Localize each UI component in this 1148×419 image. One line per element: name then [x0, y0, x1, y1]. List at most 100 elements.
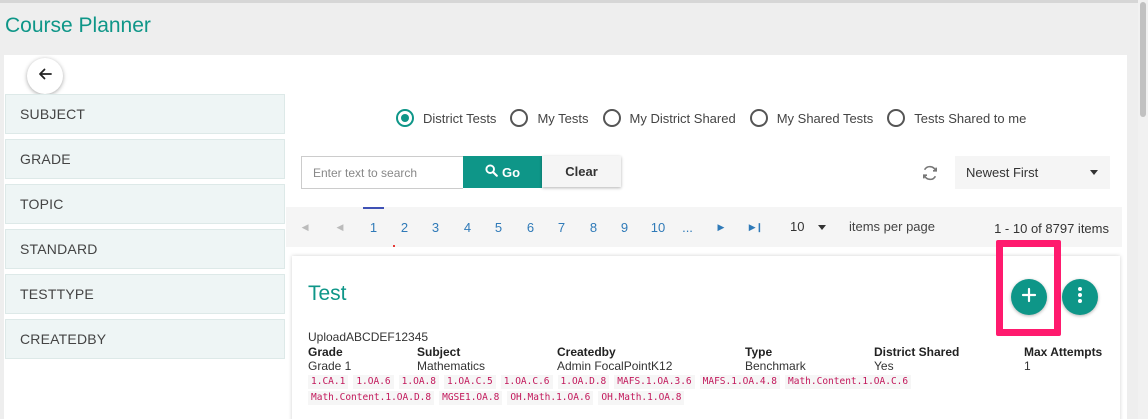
standards-tag-list: 1.CA.1 1.OA.6 1.OA.8 1.OA.C.5 1.OA.C.6 1…	[308, 375, 1008, 407]
sort-dropdown-value: Newest First	[966, 165, 1039, 180]
pagination-info: 1 - 10 of 8797 items	[994, 221, 1109, 236]
standard-tag: MGSE1.OA.8	[439, 391, 503, 405]
radio-my-district-shared[interactable]: My District Shared	[602, 109, 736, 127]
sidebar-item-standard[interactable]: STANDARD	[5, 229, 285, 269]
standard-tag: MAFS.1.OA.3.6	[614, 375, 695, 389]
meta-header: Grade	[308, 345, 343, 359]
page-button-6[interactable]: 6	[522, 207, 539, 247]
test-code: UploadABCDEF12345	[308, 330, 429, 344]
sidebar-item-label: STANDARD	[20, 241, 98, 257]
sidebar-item-grade[interactable]: GRADE	[5, 139, 285, 179]
arrow-left-icon	[37, 66, 53, 87]
page-button-more[interactable]: ...	[679, 207, 696, 247]
filter-sidebar: SUBJECT GRADE TOPIC STANDARD TESTTYPE CR…	[5, 94, 285, 364]
page-size-dropdown[interactable]: 10	[790, 219, 827, 234]
sidebar-item-label: SUBJECT	[20, 106, 86, 122]
radio-district-tests[interactable]: District Tests	[396, 109, 496, 127]
more-vertical-icon	[1077, 286, 1083, 309]
standard-tag: 1.OA.D.8	[557, 375, 610, 389]
meta-header: District Shared	[874, 345, 960, 359]
page-scrollbar[interactable]	[1138, 0, 1148, 419]
meta-type: Type Benchmark	[745, 345, 806, 373]
meta-district-shared: District Shared Yes	[874, 345, 959, 373]
last-page-icon[interactable]: ▶❙	[749, 207, 763, 247]
meta-value: Yes	[874, 359, 894, 373]
page-button-8[interactable]: 8	[585, 207, 602, 247]
sidebar-item-label: CREATEDBY	[20, 331, 107, 347]
meta-value: 1	[1024, 359, 1031, 373]
clear-button[interactable]: Clear	[542, 156, 621, 187]
radio-label: My Shared Tests	[776, 110, 874, 126]
page-button-3[interactable]: 3	[427, 207, 444, 247]
items-per-page-label: items per page	[849, 219, 935, 234]
test-title[interactable]: Test	[308, 282, 347, 306]
radio-circle[interactable]	[749, 109, 768, 127]
standard-tag: MAFS.1.OA.4.8	[699, 375, 780, 389]
radio-label: District Tests	[423, 110, 497, 126]
radio-my-shared-tests[interactable]: My Shared Tests	[749, 109, 874, 127]
page-button-1[interactable]: 1	[363, 207, 384, 247]
meta-max-attempts: Max Attempts 1	[1024, 345, 1102, 373]
standard-tag: OH.Math.1.OA.6	[507, 391, 594, 405]
top-border	[0, 0, 1148, 3]
sidebar-item-topic[interactable]: TOPIC	[5, 184, 285, 224]
meta-header: Subject	[417, 345, 461, 359]
standard-tag: 1.OA.6	[353, 375, 394, 389]
sidebar-item-testtype[interactable]: TESTTYPE	[5, 274, 285, 314]
radio-label: My District Shared	[629, 110, 736, 126]
caret-down-icon	[818, 225, 827, 231]
meta-value: Benchmark	[745, 359, 806, 373]
sidebar-item-label: GRADE	[20, 151, 71, 167]
go-button[interactable]: Go	[463, 156, 542, 188]
prev-page-icon[interactable]: ◀	[334, 207, 346, 247]
sort-dropdown[interactable]: Newest First	[955, 156, 1110, 189]
radio-label: Tests Shared to me	[914, 110, 1027, 126]
first-page-icon[interactable]: ◀	[300, 207, 312, 247]
page-button-5[interactable]: 5	[490, 207, 507, 247]
meta-grade: Grade Grade 1	[308, 345, 351, 373]
standard-tag: 1.CA.1	[308, 375, 349, 389]
page-size-value: 10	[790, 219, 805, 234]
test-scope-radio-group: District Tests My Tests My District Shar…	[396, 109, 1040, 127]
sidebar-item-label: TOPIC	[20, 196, 64, 212]
meta-createdby: Createdby Admin FocalPointK12	[557, 345, 672, 373]
sidebar-item-createdby[interactable]: CREATEDBY	[5, 319, 285, 359]
page-button-10[interactable]: 10	[647, 207, 669, 247]
add-test-button[interactable]	[1011, 279, 1047, 315]
meta-subject: Subject Mathematics	[417, 345, 485, 373]
back-button[interactable]	[27, 58, 63, 94]
pagination-bar: ◀ ◀ 1 2 3 4 5 6 7 8 9 10 ... ▶ ▶❙ 10 ite…	[286, 207, 1122, 247]
sidebar-item-subject[interactable]: SUBJECT	[5, 94, 285, 134]
radio-circle[interactable]	[602, 109, 621, 127]
focus-dot	[393, 245, 395, 247]
radio-circle[interactable]	[887, 109, 906, 127]
go-button-label: Go	[501, 164, 521, 180]
meta-value: Admin FocalPointK12	[557, 359, 673, 373]
page-title: Course Planner	[5, 14, 151, 37]
caret-down-icon	[1090, 170, 1098, 175]
meta-value: Grade 1	[308, 359, 352, 373]
meta-header: Type	[745, 345, 773, 359]
radio-my-tests[interactable]: My Tests	[510, 109, 589, 127]
page-button-2[interactable]: 2	[396, 207, 413, 247]
plus-icon	[1021, 287, 1037, 308]
search-input[interactable]	[301, 156, 463, 189]
search-icon	[485, 164, 502, 180]
standard-tag: Math.Content.1.OA.C.6	[785, 375, 912, 389]
standard-tag: 1.OA.8	[398, 375, 439, 389]
radio-tests-shared-to-me[interactable]: Tests Shared to me	[887, 109, 1026, 127]
meta-value: Mathematics	[417, 359, 486, 373]
radio-circle[interactable]	[396, 109, 414, 127]
page-button-4[interactable]: 4	[459, 207, 476, 247]
meta-header: Createdby	[557, 345, 616, 359]
refresh-icon[interactable]	[920, 163, 940, 183]
meta-header: Max Attempts	[1024, 345, 1103, 359]
next-page-icon[interactable]: ▶	[715, 207, 727, 247]
scrollbar-thumb[interactable]	[1140, 2, 1146, 117]
standard-tag: 1.OA.C.6	[500, 375, 553, 389]
more-options-button[interactable]	[1062, 279, 1098, 315]
sidebar-item-label: TESTTYPE	[20, 286, 94, 302]
page-button-7[interactable]: 7	[553, 207, 570, 247]
radio-circle[interactable]	[510, 109, 529, 127]
page-button-9[interactable]: 9	[616, 207, 633, 247]
